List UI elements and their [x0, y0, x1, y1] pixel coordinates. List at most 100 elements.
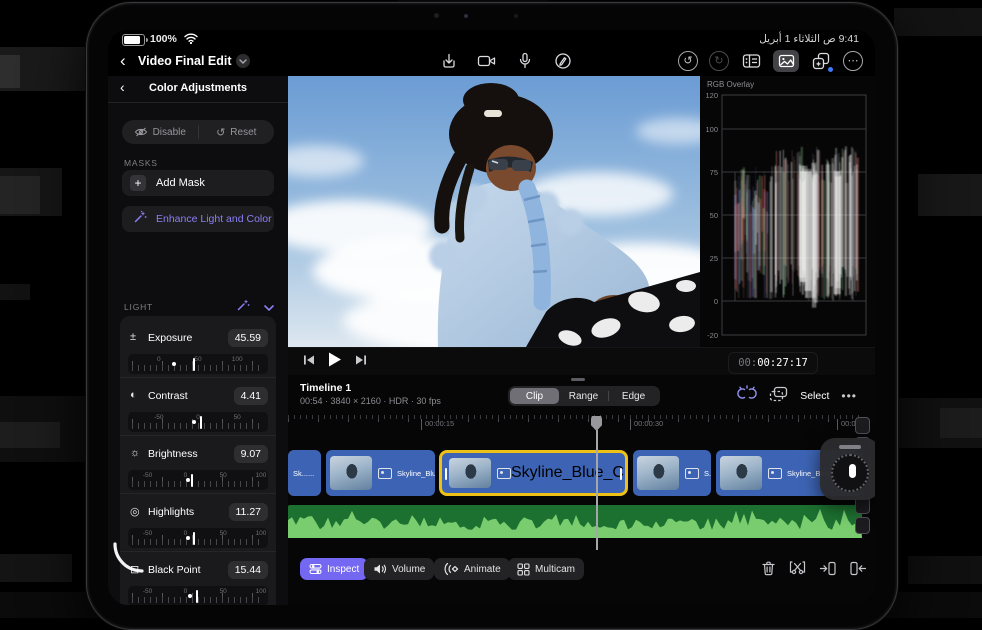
- bg-patch: [894, 8, 982, 36]
- slider-highlights: ◎ Highlights 11.27 -50 0 50 100: [120, 493, 276, 556]
- keyframe-icon: [444, 562, 459, 576]
- magic-wand-icon: [134, 210, 147, 228]
- slider-brightness: ☼ Brightness 9.07 -50 0 50 100: [120, 435, 276, 498]
- center-tool-icons: [438, 50, 574, 72]
- delete-icon[interactable]: [760, 560, 777, 582]
- multicam-button[interactable]: Multicam: [508, 558, 585, 580]
- trim-handle-right[interactable]: [620, 468, 622, 480]
- browser-icon[interactable]: [740, 50, 762, 72]
- value-marker[interactable]: [192, 358, 195, 371]
- light-wand-icon[interactable]: [237, 298, 250, 316]
- clip-thumbnail: [637, 456, 679, 490]
- redo-icon[interactable]: ↻: [709, 51, 729, 71]
- clip-skyline-blue-wide[interactable]: Skyline_Blue_Wide: [326, 450, 435, 496]
- mic-icon[interactable]: [514, 50, 536, 72]
- previous-frame-icon[interactable]: [302, 353, 316, 372]
- mode-range[interactable]: Range: [559, 388, 608, 404]
- mode-clip[interactable]: Clip: [510, 388, 559, 404]
- video-viewer[interactable]: [288, 76, 700, 347]
- slider-name: Exposure: [148, 332, 193, 344]
- scope-title: RGB Overlay: [707, 80, 755, 89]
- wifi-icon: [184, 33, 198, 47]
- add-mask-button[interactable]: + Add Mask: [122, 170, 274, 196]
- back-chevron-icon[interactable]: ‹: [120, 50, 126, 72]
- brightness-ruler[interactable]: -50 0 50 100: [128, 470, 268, 490]
- clip-thumbnail: [330, 456, 372, 490]
- battery-percent: 100%: [150, 33, 177, 45]
- animate-button[interactable]: Animate: [434, 558, 510, 580]
- transport-bar: 00:00:27:17 74% •••: [288, 347, 875, 376]
- grid-icon: [517, 562, 530, 576]
- clip-skyline-partial[interactable]: Sk......: [288, 450, 321, 496]
- timecode-display[interactable]: 00: 00:27:17: [728, 352, 818, 374]
- inspect-button[interactable]: Inspect: [300, 558, 369, 580]
- bg-patch: [0, 284, 30, 300]
- trim-handle-left[interactable]: [445, 468, 447, 480]
- right-tool-icons: ↺ ↻ ⋯: [678, 50, 863, 72]
- viewer-frame-image: [288, 76, 700, 347]
- timeline-ruler[interactable]: 00:00:15 00:00:30 00:00:45: [288, 415, 875, 432]
- clip-skyline-partial-2[interactable]: S......: [633, 450, 711, 496]
- mode-edge[interactable]: Edge: [609, 388, 658, 404]
- jog-dial[interactable]: [831, 454, 869, 492]
- split-blade-icon[interactable]: [788, 560, 807, 582]
- bg-patch: [908, 556, 982, 584]
- black-point-ruler[interactable]: -50 0 50 100: [128, 586, 268, 605]
- jog-wheel[interactable]: [820, 438, 875, 500]
- effects-icon[interactable]: [810, 50, 833, 72]
- slider-value[interactable]: 45.59: [227, 329, 268, 347]
- bg-patch: [918, 174, 982, 216]
- insert-icon[interactable]: [819, 560, 837, 582]
- timeline-name[interactable]: Timeline 1: [300, 382, 351, 394]
- next-frame-icon[interactable]: [354, 353, 368, 372]
- connect-clip-icon[interactable]: [769, 386, 788, 407]
- exposure-ruler[interactable]: 0 50 100: [128, 354, 268, 374]
- reset-button[interactable]: ↺ Reset: [199, 120, 275, 144]
- camera-sensor: [464, 14, 468, 18]
- select-button[interactable]: Select: [800, 390, 829, 402]
- marketing-canvas: { "status": {"battery": "100%", "datetim…: [0, 0, 982, 630]
- light-collapse-chevron-icon[interactable]: [264, 298, 274, 316]
- more-icon[interactable]: ⋯: [843, 51, 863, 71]
- project-title[interactable]: Video Final Edit: [138, 54, 232, 68]
- disable-button[interactable]: Disable: [122, 120, 198, 144]
- draw-icon[interactable]: [552, 50, 574, 72]
- clip-thumbnail: [720, 456, 762, 490]
- timeline-more-icon[interactable]: •••: [841, 389, 857, 403]
- play-icon[interactable]: [326, 351, 343, 373]
- media-browser-icon[interactable]: [773, 50, 799, 72]
- contrast-ruler[interactable]: -50 0 50: [128, 412, 268, 432]
- light-section-header: LIGHT: [124, 298, 274, 316]
- jog-drag-handle[interactable]: [839, 445, 861, 449]
- slider-contrast: ◐ Contrast 4.41 -50 0 50: [120, 377, 276, 440]
- frame-reflection-arc: [113, 542, 144, 573]
- bottom-toolbar: Inspect Volume Animate Multicam: [288, 558, 875, 588]
- undo-icon[interactable]: ↺: [678, 51, 698, 71]
- photo-badge-icon: [768, 467, 782, 479]
- clip-skyline-blue-close-selected[interactable]: Skyline_Blue_Close: [439, 450, 628, 496]
- brightness-icon: ☼: [130, 447, 141, 459]
- scope-waveform: [721, 94, 867, 336]
- volume-button[interactable]: Volume: [364, 558, 435, 580]
- slider-black-point: ⊡ Black Point 15.44 -50 0 50 100: [120, 551, 276, 605]
- snapping-icon[interactable]: [737, 385, 757, 407]
- contrast-icon: ◐: [130, 389, 137, 401]
- audio-track-waveform[interactable]: [288, 505, 862, 538]
- append-icon[interactable]: [849, 560, 867, 582]
- timeline-section: Timeline 1 00:54 · 3840 × 2160 · HDR · 3…: [288, 375, 875, 605]
- rgb-overlay-scope: RGB Overlay 120 100 75 50 25 0 -20: [700, 76, 875, 347]
- bg-patch: [0, 422, 60, 448]
- effects-badge-dot: [828, 67, 833, 72]
- highlights-ruler[interactable]: -50 0 50 100: [128, 528, 268, 548]
- battery-icon: [122, 34, 148, 46]
- edit-mode-segmented-control: Clip Range Edge: [508, 386, 660, 406]
- title-chevron-down-icon[interactable]: [236, 54, 250, 68]
- plus-icon: +: [130, 175, 146, 191]
- disable-reset-group: Disable ↺ Reset: [122, 120, 274, 144]
- timeline-resize-handle[interactable]: [571, 378, 585, 381]
- camera-icon[interactable]: [476, 50, 498, 72]
- speaker-icon: [374, 564, 387, 574]
- bg-patch: [0, 554, 72, 582]
- enhance-light-color-button[interactable]: Enhance Light and Color: [122, 206, 274, 232]
- import-icon[interactable]: [438, 50, 460, 72]
